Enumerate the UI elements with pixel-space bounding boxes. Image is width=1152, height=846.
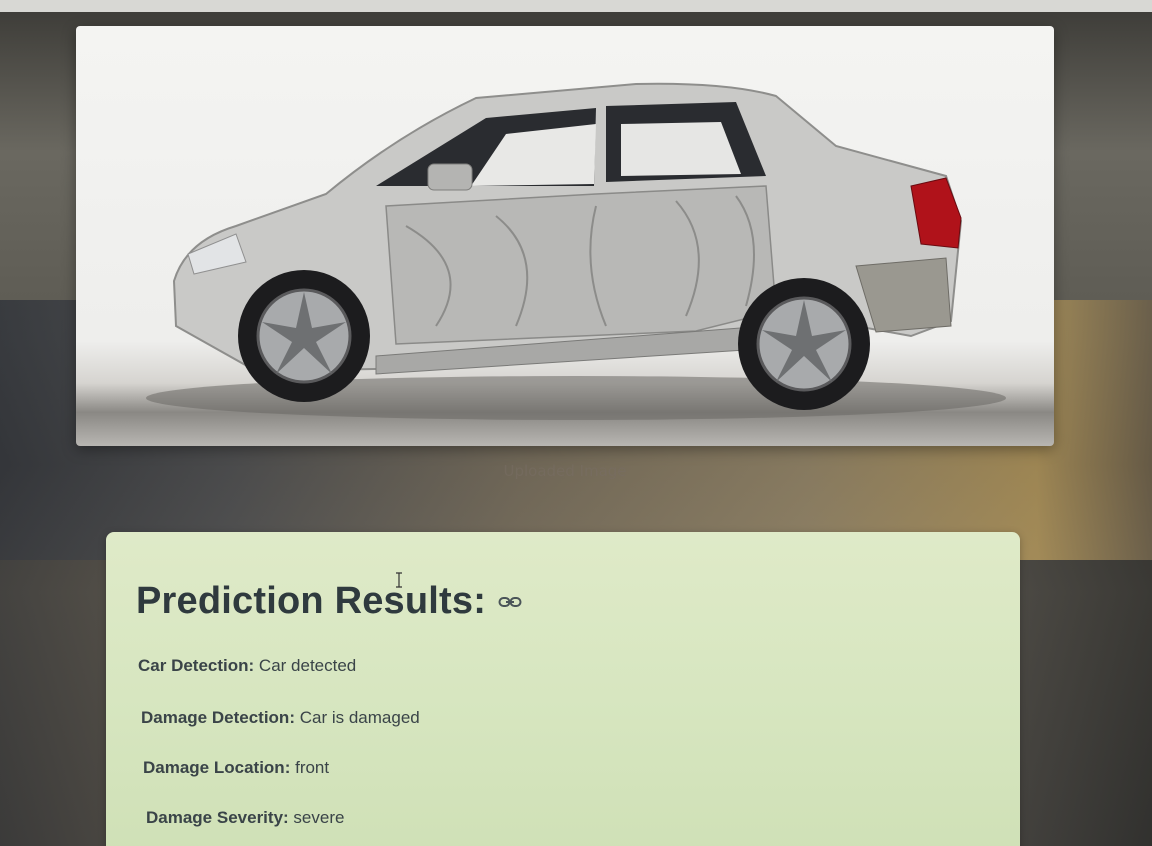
rear-wheel [738, 278, 870, 410]
result-value: Car detected [258, 656, 357, 675]
image-caption: Uploaded Image [503, 462, 627, 480]
result-label: Damage Detection: [141, 708, 295, 727]
result-value: Car is damaged [299, 708, 420, 727]
results-heading: Prediction Results: [136, 580, 522, 623]
result-label: Car Detection: [138, 656, 255, 675]
result-damage-severity: Damage Severity: severe [146, 808, 344, 828]
car-image [146, 82, 1006, 420]
result-car-detection: Car Detection: Car detected [138, 656, 356, 676]
result-value: severe [293, 808, 345, 827]
text-cursor-icon [396, 572, 402, 588]
uploaded-image [76, 26, 1054, 446]
result-label: Damage Location: [143, 758, 291, 777]
front-wheel [238, 270, 370, 402]
prediction-results-card: Prediction Results: Car Detection: Car d… [106, 532, 1020, 846]
result-value: front [295, 758, 330, 777]
link-icon[interactable] [498, 595, 522, 609]
results-title: Prediction Results: [136, 580, 487, 622]
result-damage-detection: Damage Detection: Car is damaged [141, 708, 420, 728]
result-label: Damage Severity: [146, 808, 289, 827]
top-strip [0, 0, 1152, 12]
result-damage-location: Damage Location: front [143, 758, 329, 778]
